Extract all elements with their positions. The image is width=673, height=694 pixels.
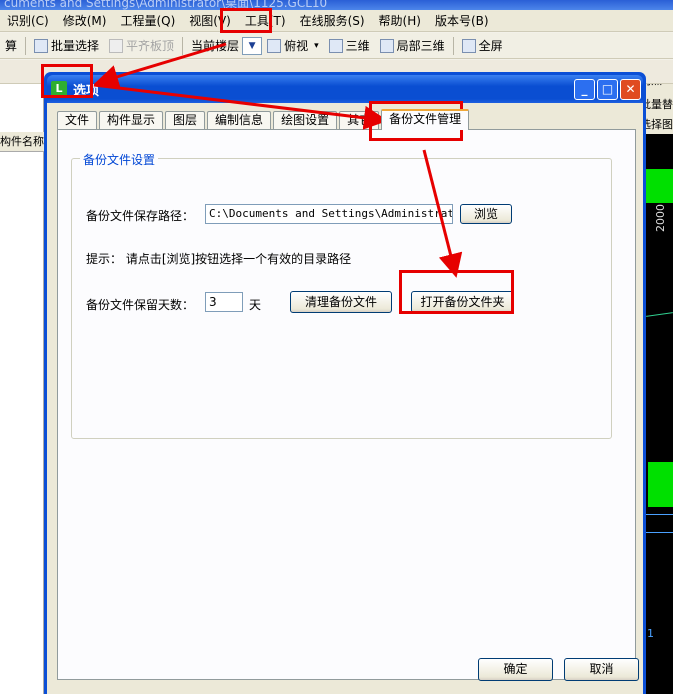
retention-days-field[interactable]: 3	[205, 292, 243, 312]
days-label: 备份文件保留天数：	[86, 298, 195, 312]
window-controls: _ □ ✕	[574, 78, 641, 100]
app-icon: L	[51, 81, 67, 97]
menu-bar: 识别(C) 修改(M) 工程量(Q) 视图(V) 工具(T) 在线服务(S) 帮…	[0, 10, 673, 32]
menu-quantity[interactable]: 工程量(Q)	[113, 10, 182, 32]
menu-help[interactable]: 帮助(H)	[372, 10, 428, 32]
app-titlebar: cuments and Settings\Administrator\桌面\11…	[0, 0, 673, 10]
local-3d-label: 局部三维	[396, 39, 445, 53]
cad-line	[646, 312, 673, 317]
component-list-panel: 构件名称	[0, 84, 44, 694]
backup-path-field[interactable]: C:\Documents and Settings\Administrator\…	[205, 204, 453, 224]
fullscreen-icon	[461, 38, 476, 53]
cad-line	[646, 532, 673, 533]
dialog-body: 文件 构件显示 图层 编制信息 绘图设置 其它 备份文件管理 备份文件设置 备份…	[47, 103, 643, 694]
top-view-button[interactable]: 俯视 ▾	[262, 34, 324, 58]
toolbar-edge-label: 算	[5, 39, 18, 53]
toolbar-separator	[25, 36, 27, 55]
dialog-title: 选项	[73, 83, 100, 99]
cad-line	[646, 514, 673, 515]
tab-drawing-settings[interactable]: 绘图设置	[273, 111, 338, 129]
cad-element	[648, 462, 673, 507]
menu-recognize[interactable]: 识别(C)	[0, 10, 56, 32]
align-top-button[interactable]: 平齐板顶	[104, 34, 179, 58]
group-title: 备份文件设置	[80, 151, 159, 168]
tab-backup-file-management[interactable]: 备份文件管理	[381, 109, 470, 130]
app-title: cuments and Settings\Administrator\桌面\11…	[4, 0, 328, 10]
cad-element	[646, 169, 673, 203]
menu-modify[interactable]: 修改(M)	[56, 10, 114, 32]
cad-coordinate: 1	[647, 627, 654, 640]
three-d-label: 三维	[345, 39, 370, 53]
cancel-button[interactable]: 取消	[564, 658, 639, 681]
component-name-header: 构件名称	[0, 132, 44, 152]
current-floor-label: 当前楼层	[191, 39, 240, 53]
align-top-icon	[109, 38, 124, 53]
align-top-label: 平齐板顶	[126, 39, 175, 53]
tab-compile-info[interactable]: 编制信息	[207, 111, 272, 129]
floor-dropdown[interactable]: ▼	[242, 36, 263, 55]
backup-settings-group: 备份文件设置 备份文件保存路径： C:\Documents and Settin…	[71, 151, 612, 439]
tab-component-display[interactable]: 构件显示	[99, 111, 164, 129]
browse-button[interactable]: 浏览	[460, 204, 512, 224]
toolbar-separator	[452, 36, 454, 55]
tab-other[interactable]: 其它	[339, 111, 380, 129]
cad-coordinate: 2000	[654, 204, 667, 232]
batch-select-label: 批量选择	[51, 39, 100, 53]
hint-text: 提示： 请点击[浏览]按钮选择一个有效的目录路径	[86, 252, 352, 266]
batch-select-icon	[34, 38, 49, 53]
top-view-label: 俯视	[284, 39, 309, 53]
toolbar-separator	[182, 36, 184, 55]
fullscreen-label: 全屏	[478, 39, 503, 53]
chevron-down-icon: ▼	[248, 40, 256, 51]
path-label: 备份文件保存路径：	[86, 209, 195, 223]
tab-layers[interactable]: 图层	[165, 111, 206, 129]
maximize-button[interactable]: □	[597, 78, 618, 100]
cube-icon	[267, 38, 282, 53]
ok-button[interactable]: 确定	[478, 658, 553, 681]
dialog-titlebar[interactable]: L 选项 _ □ ✕	[47, 75, 643, 103]
menu-view[interactable]: 视图(V)	[182, 10, 238, 32]
backup-tab-panel: 备份文件设置 备份文件保存路径： C:\Documents and Settin…	[57, 129, 636, 680]
tab-strip: 文件 构件显示 图层 编制信息 绘图设置 其它 备份文件管理	[57, 109, 471, 130]
menu-version[interactable]: 版本号(B)	[428, 10, 496, 32]
open-backup-folder-button[interactable]: 打开备份文件夹	[411, 291, 514, 313]
three-d-icon	[328, 38, 343, 53]
fullscreen-button[interactable]: 全屏	[457, 34, 508, 58]
local-3d-icon	[379, 38, 394, 53]
batch-select-button[interactable]: 批量选择	[29, 34, 104, 58]
menu-online-service[interactable]: 在线服务(S)	[293, 10, 372, 32]
menu-tools[interactable]: 工具(T)	[238, 10, 293, 32]
minimize-button[interactable]: _	[574, 78, 595, 100]
options-dialog: L 选项 _ □ ✕ 文件 构件显示 图层 编制信息 绘图设置 其它 备份文件管…	[44, 72, 646, 694]
days-unit: 天	[249, 298, 262, 312]
local-3d-button[interactable]: 局部三维	[375, 34, 450, 58]
clean-backup-button[interactable]: 清理备份文件	[290, 291, 392, 313]
tab-file[interactable]: 文件	[57, 111, 98, 129]
three-d-button[interactable]: 三维	[324, 34, 375, 58]
dropdown-arrow-icon: ▾	[314, 40, 319, 51]
main-toolbar: 算 批量选择 平齐板顶 当前楼层 ▼ 俯视 ▾ 三维 局部三维 全屏	[0, 33, 673, 59]
close-button[interactable]: ✕	[620, 78, 641, 100]
